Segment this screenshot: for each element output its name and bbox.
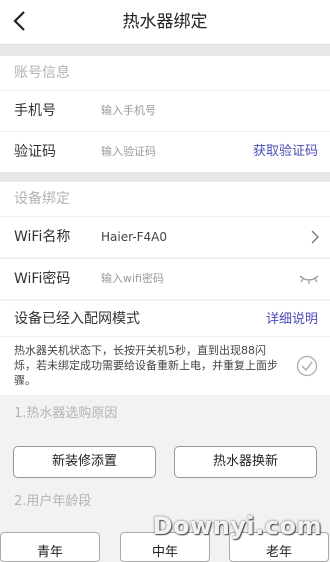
header: 热水器绑定	[0, 0, 330, 45]
code-input[interactable]: 输入验证码	[101, 132, 156, 172]
reason-option-replacement[interactable]: 热水器换新	[174, 446, 317, 478]
section-title-device: 设备绑定	[0, 182, 330, 216]
phone-label: 手机号	[14, 103, 56, 119]
phone-input[interactable]: 输入手机号	[101, 91, 156, 131]
phone-row: 手机号 输入手机号	[0, 90, 330, 131]
divider	[0, 172, 330, 182]
wifi-name-label: WiFi名称	[14, 229, 71, 245]
wifi-password-input[interactable]: 输入wifi密码	[101, 259, 164, 299]
network-mode-label: 设备已经入配网模式	[14, 311, 140, 327]
instruction-text: 热水器关机状态下，长按开关机5秒，直到出现88闪烁，若未绑定成功需要给设备重新上…	[14, 344, 278, 387]
code-label: 验证码	[14, 144, 56, 160]
get-code-button[interactable]: 获取验证码	[253, 132, 318, 172]
page-title: 热水器绑定	[122, 12, 208, 32]
wifi-password-row: WiFi密码 输入wifi密码	[0, 258, 330, 299]
wifi-password-label: WiFi密码	[14, 271, 71, 287]
checkmark-circle-icon[interactable]	[296, 355, 318, 377]
reason-option-new-decoration[interactable]: 新装修添置	[13, 446, 156, 478]
instruction-note: 热水器关机状态下，长按开关机5秒，直到出现88闪烁，若未绑定成功需要给设备重新上…	[0, 336, 330, 395]
eye-closed-icon[interactable]	[298, 273, 320, 285]
wifi-name-row[interactable]: WiFi名称 Haier-F4A0	[0, 216, 330, 257]
reason-title: 1.热水器选购原因	[0, 397, 330, 431]
watermark-text: Downyi.com	[152, 512, 322, 540]
details-link[interactable]: 详细说明	[266, 301, 318, 338]
network-mode-row: 设备已经入配网模式 详细说明	[0, 300, 330, 337]
wifi-name-value: Haier-F4A0	[101, 230, 167, 244]
chevron-right-icon	[311, 230, 319, 244]
age-option-youth[interactable]: 青年	[0, 532, 100, 562]
code-row: 验证码 输入验证码 获取验证码	[0, 131, 330, 172]
section-title-account: 账号信息	[0, 56, 330, 90]
